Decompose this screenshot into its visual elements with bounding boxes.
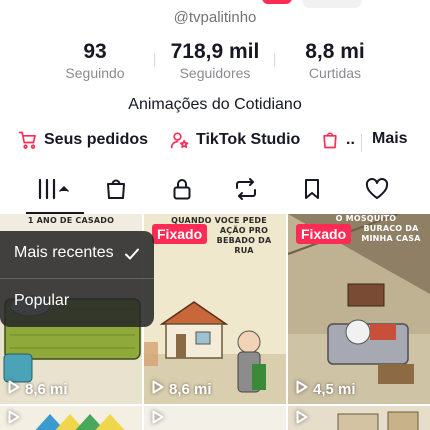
stat-likes[interactable]: 8,8 mi Curtidas [275,40,395,81]
tab-videos[interactable] [34,178,74,204]
profile-handle: @tvpalitinho [173,9,257,26]
cartoon-cabinet-illustration [288,406,430,430]
more-link-label: Mais [372,130,408,147]
play-icon [296,380,308,398]
play-icon [8,410,20,428]
orders-link[interactable]: Seus pedidos [18,130,148,150]
play-icon [296,410,308,428]
stat-following-value: 93 [83,40,107,63]
sort-option-label: Popular [14,292,70,309]
content-tabs [0,170,430,214]
video-thumbnail[interactable]: O MOSQUITO BURACO DA MINHA CASA Fixado 4… [288,214,430,404]
view-count: 4,5 mi [296,380,356,398]
orders-link-label: Seus pedidos [44,131,149,148]
creator-studio-icon [170,130,190,150]
view-count: 8,6 mi [8,380,68,398]
shop-link[interactable]: .. [320,130,355,150]
follow-button-peek[interactable] [262,0,292,4]
pinned-badge: Fixado [152,224,208,244]
profile-bio: Animações do Cotidiano [128,96,302,113]
view-count-value: 8,6 mi [25,380,68,398]
top-buttons-peek [0,0,430,8]
shopping-bag-icon [320,130,340,150]
stat-likes-label: Curtidas [308,65,362,81]
play-icon [8,380,20,398]
lock-icon [170,177,194,206]
sort-menu: Mais recentes Popular [0,231,154,327]
menu-divider [0,278,154,279]
studio-link[interactable]: TikTok Studio [170,130,300,150]
profile-stats: 93 Seguindo 718,9 mil Seguidores 8,8 mi … [0,40,430,84]
shop-link-label: .. [346,131,355,148]
cartoon-market-illustration [0,406,142,430]
video-thumbnail[interactable]: QUANDO VOCE PEDE AÇÃO PRO BEBADO DA RUA … [144,214,286,404]
heart-icon [364,177,390,206]
stat-likes-value: 8,8 mi [305,40,365,63]
stat-followers-label: Seguidores [179,65,251,81]
view-count [152,410,164,428]
view-count-value: 4,5 mi [313,380,356,398]
links-divider [361,134,362,152]
video-thumbnail[interactable] [144,406,286,430]
repost-icon [233,177,259,206]
tab-liked[interactable] [357,177,397,206]
stat-followers-value: 718,9 mil [170,40,260,63]
sort-option-recent[interactable]: Mais recentes [14,244,114,262]
play-icon [152,380,164,398]
play-icon [152,410,164,428]
more-link[interactable]: Mais [372,130,408,148]
tab-reposts[interactable] [226,177,266,206]
stat-following[interactable]: 93 Seguindo [35,40,155,81]
grid-sort-icon [34,177,74,206]
view-count: 8,6 mi [152,380,212,398]
video-caption: 1 ANO DE CASADO [27,216,115,225]
stat-followers[interactable]: 718,9 mil Seguidores [155,40,275,81]
stat-following-label: Seguindo [65,65,125,81]
bookmark-icon [300,177,324,206]
sort-option-popular[interactable]: Popular [14,292,69,310]
cart-icon [18,130,38,150]
checkmark-icon [124,246,140,267]
view-count [8,410,20,428]
message-button-peek[interactable] [302,0,362,8]
tab-private[interactable] [162,178,202,204]
tab-saved[interactable] [292,178,332,204]
tab-shop[interactable] [96,178,136,204]
view-count-value: 8,6 mi [169,380,212,398]
view-count [296,410,308,428]
video-thumbnail[interactable] [288,406,430,430]
studio-link-label: TikTok Studio [196,131,301,148]
sort-option-label: Mais recentes [14,244,114,261]
profile-links-row: Seus pedidos TikTok Studio .. Mais [0,130,430,156]
shopping-bag-icon [104,177,128,206]
video-thumbnail[interactable] [0,406,142,430]
pinned-badge: Fixado [296,224,352,244]
